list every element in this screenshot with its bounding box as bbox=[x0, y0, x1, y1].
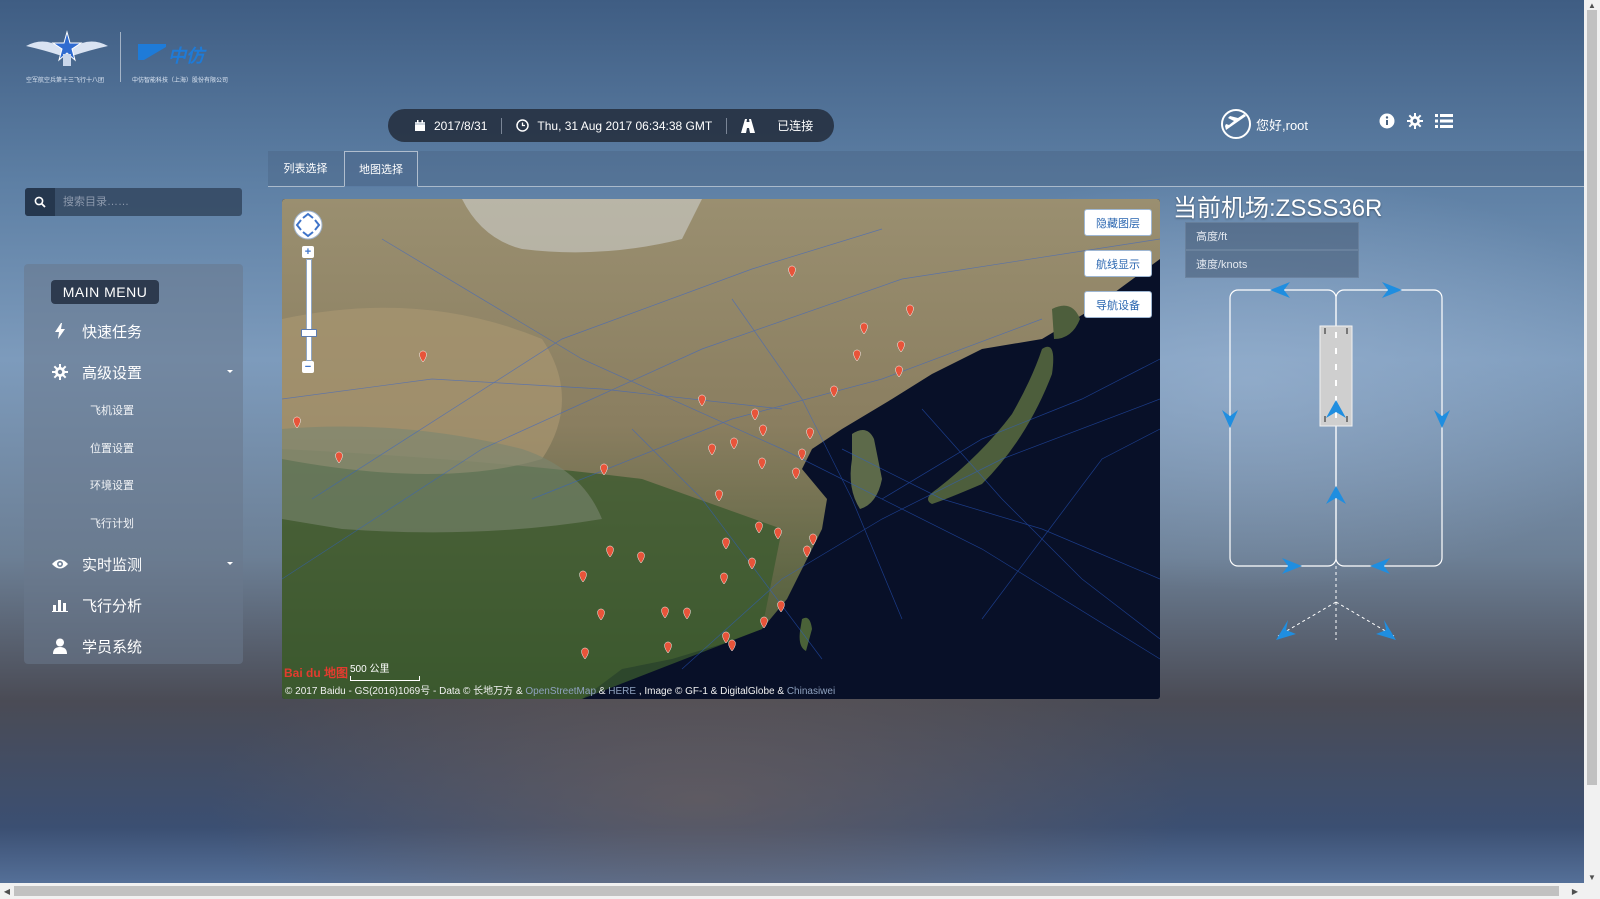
status-date: 2017/8/31 bbox=[388, 109, 501, 142]
bolt-icon bbox=[55, 323, 65, 339]
copyright-mid: , Image © GF-1 & DigitalGlobe & bbox=[636, 686, 787, 697]
search-icon-box[interactable] bbox=[25, 188, 55, 216]
status-time: Thu, 31 Aug 2017 06:34:38 GMT bbox=[502, 109, 726, 142]
user-icon bbox=[53, 638, 67, 654]
baidu-logo-text: Bai du 地图 bbox=[284, 666, 349, 680]
road-icon bbox=[741, 118, 756, 133]
air-force-emblem-icon bbox=[26, 30, 108, 66]
tab-map-select[interactable]: 地图选择 bbox=[344, 151, 418, 187]
menu-item-advanced-settings[interactable]: 高级设置 bbox=[24, 357, 243, 387]
traffic-pattern-diagram bbox=[1220, 280, 1460, 655]
map-pan-control[interactable] bbox=[292, 209, 324, 246]
copyright-prefix: © 2017 Baidu - GS(2016)1069号 - Data © 长地… bbox=[285, 686, 526, 697]
copyright-amp: & bbox=[596, 686, 609, 697]
gear-icon bbox=[52, 364, 68, 380]
main-menu: MAIN MENU 快速任务 高级设置 飞机设置 位置设置 环境设置 飞行计划 … bbox=[24, 264, 243, 664]
list-icon bbox=[1435, 114, 1453, 128]
menu-item-label: 飞行分析 bbox=[82, 597, 143, 615]
submenu-environment-settings[interactable]: 环境设置 bbox=[90, 477, 134, 493]
baidu-map-logo: Bai du 地图 bbox=[284, 664, 348, 681]
user-greeting: 您好,root bbox=[1256, 117, 1309, 133]
logo-divider bbox=[120, 32, 121, 82]
status-bar: 2017/8/31 Thu, 31 Aug 2017 06:34:38 GMT … bbox=[388, 109, 834, 142]
settings-button[interactable] bbox=[1404, 110, 1426, 132]
submenu-position-settings[interactable]: 位置设置 bbox=[90, 440, 134, 456]
zoom-slider-track[interactable] bbox=[306, 259, 312, 361]
time-text: Thu, 31 Aug 2017 06:34:38 GMT bbox=[537, 118, 713, 133]
brand-flag-icon bbox=[138, 44, 166, 60]
route-display-button[interactable]: 航线显示 bbox=[1084, 250, 1152, 277]
altitude-field[interactable]: 高度/ft bbox=[1185, 222, 1359, 250]
main-menu-title: MAIN MENU bbox=[51, 280, 159, 304]
scale-bar bbox=[350, 676, 420, 681]
map-scale: 500 公里 bbox=[350, 660, 420, 681]
catalog-search bbox=[25, 188, 242, 216]
menu-item-flight-analysis[interactable]: 飞行分析 bbox=[24, 590, 243, 620]
search-input[interactable] bbox=[55, 188, 242, 216]
here-link[interactable]: HERE bbox=[608, 686, 636, 697]
eye-icon bbox=[52, 559, 68, 569]
connection-text: 已连接 bbox=[777, 119, 814, 133]
scale-label: 500 公里 bbox=[350, 664, 390, 675]
menu-item-label: 快速任务 bbox=[82, 323, 143, 341]
traffic-pattern-svg bbox=[1222, 282, 1450, 640]
logo-right-caption: 中仿智能科技（上海）股份有限公司 bbox=[132, 78, 229, 84]
pilot-avatar-icon bbox=[1221, 109, 1251, 139]
submenu-aircraft-settings[interactable]: 飞机设置 bbox=[90, 402, 134, 418]
gear-icon bbox=[1407, 113, 1423, 129]
chinasiwei-link[interactable]: Chinasiwei bbox=[787, 686, 835, 697]
status-connection: 已连接 bbox=[727, 109, 827, 142]
scroll-right-arrow-icon[interactable]: ▶ bbox=[1570, 886, 1580, 896]
menu-item-label: 学员系统 bbox=[82, 638, 143, 656]
speed-field[interactable]: 速度/knots bbox=[1185, 250, 1359, 278]
osm-link[interactable]: OpenStreetMap bbox=[525, 686, 596, 697]
scroll-left-arrow-icon[interactable]: ◀ bbox=[2, 886, 12, 896]
brand-name: 中仿 bbox=[168, 46, 204, 66]
bar-chart-icon bbox=[52, 600, 68, 612]
vertical-scroll-thumb[interactable] bbox=[1587, 10, 1597, 785]
zoom-slider-handle[interactable] bbox=[301, 329, 317, 337]
nav-aids-button[interactable]: 导航设备 bbox=[1084, 291, 1152, 318]
caret-down-icon bbox=[227, 562, 233, 565]
scroll-down-arrow-icon[interactable]: ▼ bbox=[1586, 872, 1598, 882]
logo: 空军航空兵第十三飞行十八团 中仿 中仿智能科技（上海）股份有限公司 bbox=[22, 28, 229, 110]
info-icon bbox=[1379, 113, 1395, 129]
clock-icon bbox=[516, 119, 530, 132]
zoom-in-button[interactable]: + bbox=[302, 246, 314, 258]
map-copyright: © 2017 Baidu - GS(2016)1069号 - Data © 长地… bbox=[285, 682, 835, 697]
calendar-icon bbox=[415, 119, 425, 131]
info-button[interactable] bbox=[1376, 110, 1398, 132]
menu-item-student-system[interactable]: 学员系统 bbox=[24, 631, 243, 661]
map-canvas[interactable] bbox=[282, 199, 1160, 699]
search-icon bbox=[34, 196, 46, 208]
menu-item-label: 实时监测 bbox=[82, 556, 143, 574]
logo-left-caption: 空军航空兵第十三飞行十八团 bbox=[26, 78, 105, 84]
menu-item-quick-task[interactable]: 快速任务 bbox=[24, 316, 243, 346]
tab-list-select[interactable]: 列表选择 bbox=[268, 151, 343, 185]
horizontal-scroll-thumb[interactable] bbox=[14, 886, 1559, 896]
view-tabs: 列表选择 地图选择 bbox=[268, 151, 1584, 187]
zoom-out-button[interactable]: − bbox=[302, 361, 314, 373]
user-profile[interactable]: 您好,root bbox=[1220, 107, 1308, 141]
satellite-map[interactable]: + − 隐藏图层 航线显示 导航设备 Bai du 地图 500 公里 © 20… bbox=[282, 199, 1160, 699]
menu-item-realtime-monitor[interactable]: 实时监测 bbox=[24, 549, 243, 579]
menu-item-label: 高级设置 bbox=[82, 364, 143, 382]
date-text: 2017/8/31 bbox=[434, 118, 488, 133]
pan-arrows-icon[interactable] bbox=[292, 209, 324, 241]
submenu-flight-plan[interactable]: 飞行计划 bbox=[90, 515, 134, 531]
scroll-up-arrow-icon[interactable]: ▲ bbox=[1586, 0, 1598, 10]
hide-layer-button[interactable]: 隐藏图层 bbox=[1084, 209, 1152, 236]
list-menu-button[interactable] bbox=[1433, 110, 1455, 132]
current-airport-title: 当前机场:ZSSS36R bbox=[1173, 195, 1383, 222]
caret-down-icon bbox=[227, 370, 233, 373]
